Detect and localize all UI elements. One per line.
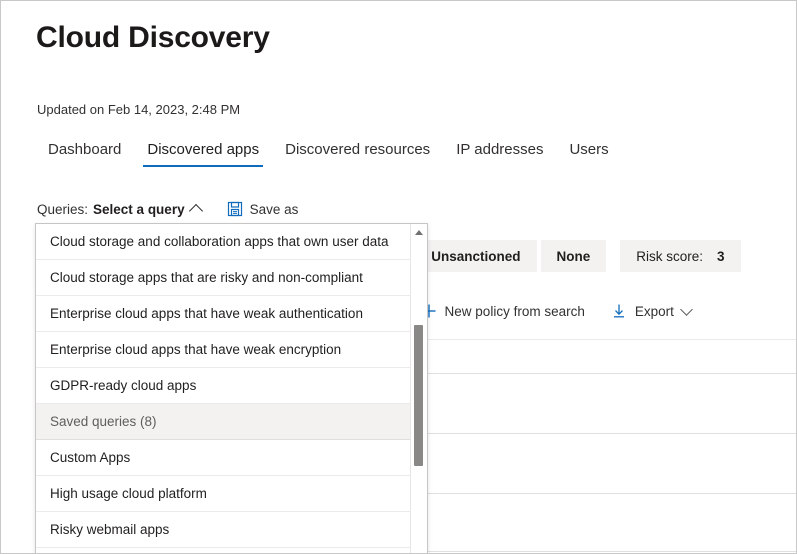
last-updated-text: Updated on Feb 14, 2023, 2:48 PM [37, 102, 241, 117]
tab-label: Dashboard [48, 141, 122, 158]
chevron-up-icon [188, 203, 203, 219]
query-option-label: High usage cloud platform [50, 486, 207, 501]
triangle-up-icon [415, 229, 423, 235]
query-option[interactable]: Enterprise cloud apps that have weak aut… [36, 296, 410, 332]
queries-label: Queries: [37, 201, 89, 217]
query-option[interactable]: Enterprise cloud apps that have weak enc… [36, 332, 410, 368]
query-dropdown-list: Cloud storage and collaboration apps tha… [36, 224, 410, 553]
query-option-label: Risky webmail apps [50, 522, 170, 537]
save-icon [227, 201, 242, 217]
queries-bar: Queries: Select a query Save as [37, 201, 299, 219]
query-option-label: GDPR-ready cloud apps [50, 378, 197, 393]
chevron-down-icon [680, 302, 693, 316]
query-option-label: Cloud storage apps that are risky and no… [50, 270, 363, 285]
query-option-label: Enterprise cloud apps that have weak aut… [50, 306, 363, 321]
export-label: Export [634, 303, 674, 319]
saved-queries-section-header: Saved queries (8) [36, 404, 410, 440]
tab-bar: Dashboard Discovered apps Discovered res… [37, 141, 622, 167]
export-button[interactable]: Export [611, 302, 693, 319]
saved-queries-label: Saved queries (8) [50, 414, 157, 429]
query-option[interactable]: Cloud storage and collaboration apps tha… [36, 224, 410, 260]
query-option[interactable]: Risky webmail apps [36, 512, 410, 548]
risk-score-value: 3 [717, 248, 725, 264]
tab-dashboard[interactable]: Dashboard [37, 141, 134, 167]
dropdown-scrollbar[interactable] [410, 224, 427, 553]
new-policy-from-search-button[interactable]: New policy from search [421, 303, 585, 319]
scroll-up-button[interactable] [411, 224, 427, 240]
query-select-value: Select a query [93, 201, 185, 217]
query-option[interactable]: GDPR-ready cloud apps [36, 368, 410, 404]
query-select-dropdown[interactable]: Select a query [93, 201, 203, 219]
query-option-label: Custom Apps [50, 450, 131, 465]
risk-score-label: Risk score: [636, 248, 704, 264]
query-option[interactable]: Custom Apps [36, 440, 410, 476]
tab-discovered-resources[interactable]: Discovered resources [272, 141, 443, 167]
tab-users[interactable]: Users [556, 141, 621, 167]
cloud-discovery-page: Cloud Discovery Updated on Feb 14, 2023,… [0, 0, 797, 554]
filter-chip-label: None [556, 248, 591, 264]
page-title: Cloud Discovery [36, 21, 270, 54]
query-option-label: Enterprise cloud apps that have weak enc… [50, 342, 342, 357]
save-as-button[interactable]: Save as [227, 201, 299, 217]
query-dropdown-panel: Cloud storage and collaboration apps tha… [35, 223, 428, 553]
tab-ip-addresses[interactable]: IP addresses [443, 141, 556, 167]
tab-label: Discovered apps [147, 141, 260, 158]
tab-discovered-apps[interactable]: Discovered apps [134, 141, 272, 167]
query-option[interactable]: High usage cloud platform [36, 476, 410, 512]
download-icon [613, 304, 624, 318]
tab-label: Discovered resources [285, 141, 431, 158]
filter-chip-none[interactable]: None [540, 240, 607, 272]
query-option-label: Cloud storage and collaboration apps tha… [50, 234, 389, 249]
query-option[interactable]: Cloud storage apps that are risky and no… [36, 260, 410, 296]
filter-chip-label: Unsanctioned [431, 248, 521, 264]
tab-label: Users [569, 141, 609, 158]
filter-chip-risk-score[interactable]: Risk score: 3 [620, 240, 741, 272]
scrollbar-thumb[interactable] [414, 325, 423, 466]
save-as-label: Save as [249, 201, 299, 217]
new-policy-label: New policy from search [444, 303, 585, 319]
tab-label: IP addresses [456, 141, 544, 158]
